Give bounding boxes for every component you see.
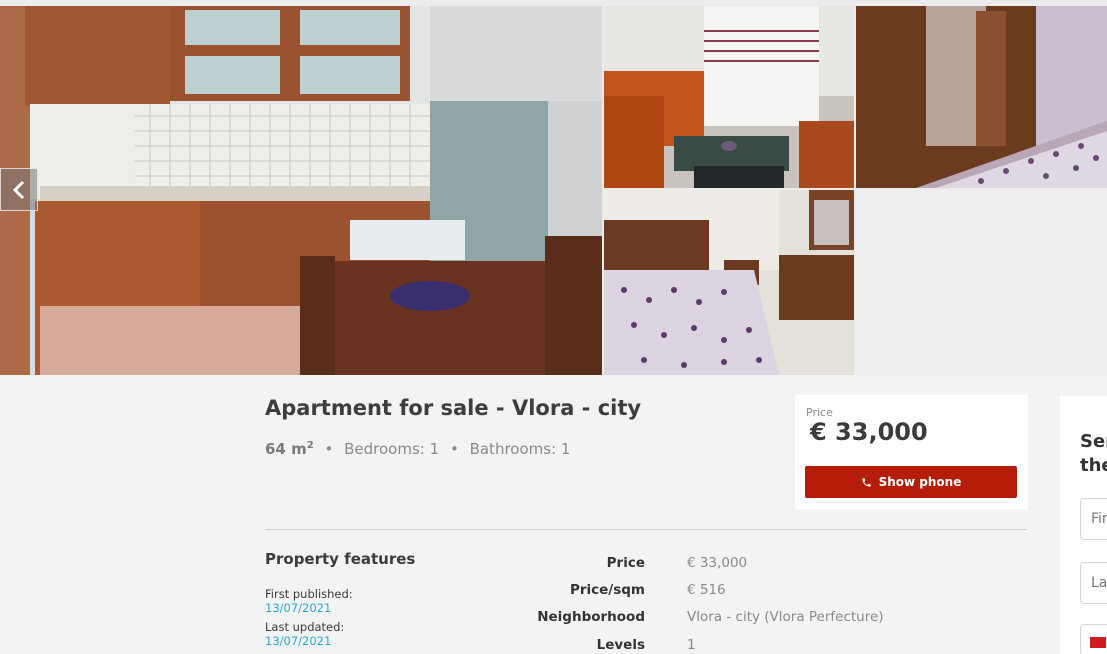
section-divider [265, 529, 1027, 530]
photo-bedroom[interactable] [604, 190, 854, 375]
fact-key-levels: Levels [596, 637, 645, 653]
fact-value-price-sqm: € 516 [687, 582, 726, 598]
flag-icon [1090, 637, 1106, 648]
phone-icon [861, 477, 871, 487]
photo-gallery [0, 0, 1107, 375]
photo-bedroom-wardrobe[interactable] [856, 6, 1107, 188]
first-published-label: First published: [265, 587, 353, 601]
chevron-left-icon [12, 180, 25, 199]
first-name-input[interactable] [1080, 498, 1107, 540]
last-updated-label: Last updated: [265, 620, 345, 634]
country-flag-select[interactable] [1080, 624, 1107, 654]
show-phone-button[interactable]: Show phone [805, 466, 1017, 498]
contact-title-line2: the [1080, 455, 1107, 476]
contact-title-line1: Sen [1080, 431, 1107, 452]
gallery-prev-button[interactable] [0, 168, 38, 211]
fact-key-price: Price [606, 555, 645, 571]
listing-summary: 64 m2 • Bedrooms: 1 • Bathrooms: 1 [265, 440, 570, 458]
fact-key-neighborhood: Neighborhood [537, 609, 645, 625]
fact-value-levels: 1 [687, 637, 696, 653]
separator-dot: • [324, 440, 334, 458]
listing-title: Apartment for sale - Vlora - city [265, 396, 642, 420]
first-published-date: 13/07/2021 [265, 601, 332, 615]
contact-panel: Sen the [1060, 396, 1107, 654]
fact-value-neighborhood: Vlora - city (Vlora Perfecture) [687, 609, 884, 625]
fact-key-price-sqm: Price/sqm [569, 582, 645, 598]
fact-value-price: € 33,000 [687, 555, 748, 571]
last-name-input[interactable] [1080, 562, 1107, 604]
bedrooms-count: Bedrooms: 1 [344, 440, 440, 458]
area-value: 64 m2 [265, 440, 314, 458]
separator-dot: • [449, 440, 459, 458]
price-value: € 33,000 [810, 418, 928, 446]
bathrooms-count: Bathrooms: 1 [469, 440, 571, 458]
last-updated-date: 13/07/2021 [265, 634, 332, 648]
photo-living-room[interactable] [604, 6, 854, 188]
photo-kitchen[interactable] [0, 6, 602, 375]
property-features-title: Property features [265, 550, 416, 568]
show-phone-label: Show phone [878, 475, 962, 489]
gallery-empty-slot [856, 190, 1107, 375]
price-box: Price € 33,000 Show phone [795, 395, 1028, 509]
